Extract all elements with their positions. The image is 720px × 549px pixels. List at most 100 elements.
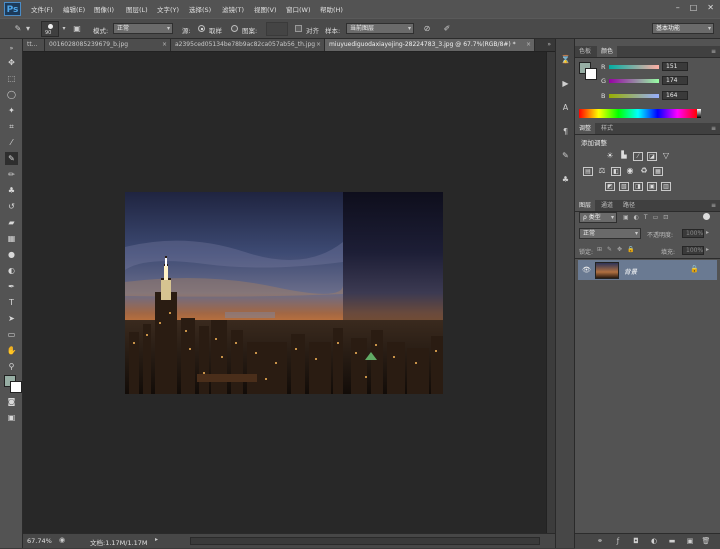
threshold-adjust-icon[interactable]: ◨ <box>633 182 643 191</box>
close-tab-icon[interactable]: × <box>526 39 531 51</box>
fill-input[interactable]: 100% <box>682 246 704 255</box>
close-tab-icon[interactable]: × <box>162 39 167 51</box>
r-value[interactable]: 151 <box>662 62 688 71</box>
levels-adjust-icon[interactable]: ▙ <box>619 152 629 161</box>
sample-dropdown[interactable]: 当前图层 <box>346 23 414 34</box>
g-slider[interactable] <box>609 79 659 83</box>
gradient-tool-icon[interactable]: ▦ <box>5 232 18 245</box>
black-white-ramp[interactable] <box>697 109 701 118</box>
tab-adjustments[interactable]: 调整 <box>575 123 596 134</box>
b-value[interactable]: 164 <box>662 91 688 100</box>
brush-preset-picker[interactable]: 90 <box>41 21 59 37</box>
paragraph-panel-icon[interactable]: ¶ <box>559 125 572 138</box>
zoom-tool-icon[interactable]: ⚲ <box>5 360 18 373</box>
color-spectrum-bar[interactable] <box>579 109 697 118</box>
panel-menu-icon[interactable]: ≡ <box>711 200 716 211</box>
vertical-scrollbar[interactable] <box>546 52 555 533</box>
healing-brush-tool-icon[interactable]: ✎ <box>5 152 18 165</box>
ignore-adjustment-layers-icon[interactable]: ⊘ <box>421 23 433 34</box>
menu-select[interactable]: 选择(S) <box>189 4 211 14</box>
workspace-dropdown[interactable]: 基本功能 <box>652 23 714 34</box>
layer-filter-icons[interactable]: ▣◐T▭⊡ <box>623 214 673 221</box>
character-panel-icon[interactable]: A <box>559 101 572 114</box>
clone-stamp-tool-icon[interactable]: ♣ <box>5 184 18 197</box>
toolbox-collapse-icon[interactable]: » <box>5 42 18 55</box>
menu-image[interactable]: 图像(I) <box>94 4 114 14</box>
source-sampled-radio[interactable] <box>198 25 205 32</box>
move-tool-icon[interactable]: ✥ <box>5 56 18 69</box>
status-info-icon[interactable]: ◉ <box>59 536 65 544</box>
tab-layers[interactable]: 图层 <box>575 200 596 211</box>
exposure-adjust-icon[interactable]: ◪ <box>647 152 657 161</box>
vibrance-adjust-icon[interactable]: ▽ <box>661 152 671 161</box>
tab-swatches[interactable]: 色板 <box>575 46 595 57</box>
color-balance-adjust-icon[interactable]: ⚖ <box>597 167 607 176</box>
new-layer-icon[interactable]: ▣ <box>685 537 695 546</box>
brush-tool-icon[interactable]: ✏ <box>5 168 18 181</box>
pen-tool-icon[interactable]: ✒ <box>5 280 18 293</box>
menu-window[interactable]: 窗口(W) <box>286 4 311 14</box>
layer-style-icon[interactable]: ƒ <box>613 537 623 546</box>
tab-styles[interactable]: 样式 <box>597 123 617 134</box>
opacity-chevron-icon[interactable]: ▸ <box>706 229 709 236</box>
invert-adjust-icon[interactable]: ◩ <box>605 182 615 191</box>
black-white-adjust-icon[interactable]: ◧ <box>611 167 621 176</box>
eraser-tool-icon[interactable]: ▰ <box>5 216 18 229</box>
tab-paths[interactable]: 路径 <box>619 200 639 211</box>
clone-stamp-tool-icon[interactable]: ✎ <box>12 23 24 34</box>
opacity-input[interactable]: 100% <box>682 229 704 238</box>
link-layers-icon[interactable]: ⚭ <box>595 537 605 546</box>
aligned-checkbox[interactable] <box>295 25 302 32</box>
history-panel-icon[interactable]: ⌛ <box>559 53 572 66</box>
hand-tool-icon[interactable]: ✋ <box>5 344 18 357</box>
add-mask-icon[interactable]: ◘ <box>631 537 641 546</box>
document-image[interactable] <box>125 192 443 394</box>
layer-kind-filter[interactable]: ρ 类型 <box>579 212 617 223</box>
lasso-tool-icon[interactable]: ◯ <box>5 88 18 101</box>
bg-color-chip[interactable] <box>585 68 597 80</box>
brush-presets-icon[interactable]: ✎ <box>559 149 572 162</box>
status-menu-icon[interactable]: ▸ <box>155 536 158 543</box>
background-color-swatch[interactable] <box>10 381 22 393</box>
path-selection-tool-icon[interactable]: ➤ <box>5 312 18 325</box>
new-group-icon[interactable]: ▬ <box>667 537 677 546</box>
eyedropper-tool-icon[interactable]: ⁄ <box>5 136 18 149</box>
b-slider[interactable] <box>609 94 659 98</box>
tool-preset-chevron-icon[interactable]: ▾ <box>24 23 32 34</box>
actions-panel-icon[interactable]: ▶ <box>559 77 572 90</box>
blend-mode-dropdown[interactable]: 正常 <box>579 228 641 239</box>
delete-layer-icon[interactable]: 🗑 <box>701 537 711 546</box>
tab-doc-2[interactable]: 0016028085239679_b.jpg × <box>45 39 171 51</box>
marquee-tool-icon[interactable]: ⬚ <box>5 72 18 85</box>
pressure-icon[interactable]: ✐ <box>441 23 453 34</box>
menu-help[interactable]: 帮助(H) <box>320 4 343 14</box>
curves-adjust-icon[interactable]: ⁄ <box>633 152 643 161</box>
type-tool-icon[interactable]: T <box>5 296 18 309</box>
new-adjustment-icon[interactable]: ◐ <box>649 537 659 546</box>
lock-icons[interactable]: ⊞✎✥🔒 <box>597 246 640 253</box>
brush-panel-icon[interactable]: ▣ <box>71 23 83 34</box>
r-slider[interactable] <box>609 65 659 69</box>
quick-select-tool-icon[interactable]: ✦ <box>5 104 18 117</box>
filter-toggle-icon[interactable] <box>703 213 710 220</box>
menu-type[interactable]: 文字(Y) <box>157 4 179 14</box>
posterize-adjust-icon[interactable]: ▧ <box>619 182 629 191</box>
eye-visibility-icon[interactable]: 👁 <box>582 266 591 274</box>
tab-doc-active[interactable]: miuyuediguodaxiayejing-28224783_3.jpg @ … <box>325 39 535 51</box>
source-pattern-radio[interactable] <box>231 25 238 32</box>
zoom-level[interactable]: 67.74% <box>27 537 52 545</box>
photo-filter-adjust-icon[interactable]: ◉ <box>625 167 635 176</box>
menu-view[interactable]: 视图(V) <box>254 4 277 14</box>
layer-row-background[interactable]: 👁 背景 🔒 <box>578 260 717 280</box>
color-lookup-adjust-icon[interactable]: ▦ <box>653 167 663 176</box>
clone-source-icon[interactable]: ♣ <box>559 173 572 186</box>
hue-saturation-adjust-icon[interactable]: ▤ <box>583 167 593 176</box>
quick-mask-icon[interactable]: ◙ <box>5 395 18 408</box>
history-brush-tool-icon[interactable]: ↺ <box>5 200 18 213</box>
channel-mixer-adjust-icon[interactable]: ♻ <box>639 167 649 176</box>
brush-chevron-icon[interactable]: ▾ <box>61 23 67 34</box>
shape-tool-icon[interactable]: ▭ <box>5 328 18 341</box>
crop-tool-icon[interactable]: ⌗ <box>5 120 18 133</box>
menu-filter[interactable]: 滤镜(T) <box>222 4 244 14</box>
blur-tool-icon[interactable]: ● <box>5 248 18 261</box>
